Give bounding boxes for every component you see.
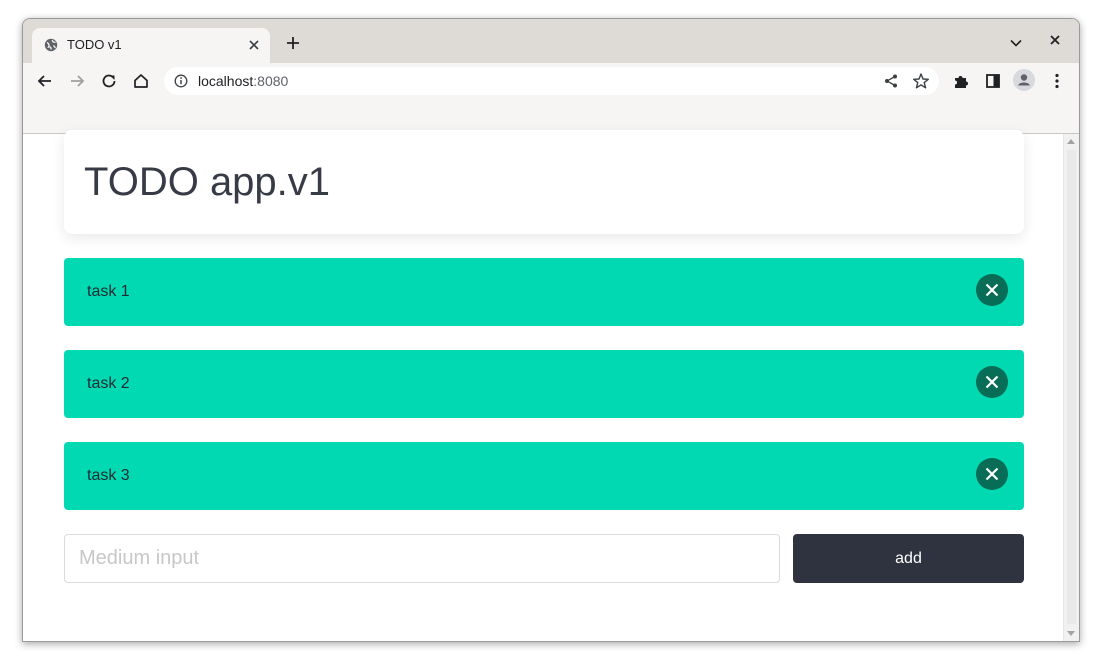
delete-task-button[interactable] xyxy=(976,274,1008,306)
scrollbar-thumb[interactable] xyxy=(1067,150,1076,624)
task-label: task 2 xyxy=(87,375,130,392)
close-icon xyxy=(985,467,999,481)
puzzle-icon[interactable] xyxy=(952,72,970,90)
scroll-down-arrow-icon[interactable] xyxy=(1067,631,1075,636)
close-icon[interactable] xyxy=(246,37,262,53)
task-label: task 1 xyxy=(87,283,130,300)
task-item: task 1 xyxy=(64,258,1024,326)
tab-todo[interactable]: TODO v1 xyxy=(32,28,270,63)
reload-icon[interactable] xyxy=(100,72,118,90)
delete-task-button[interactable] xyxy=(976,366,1008,398)
new-task-input[interactable] xyxy=(64,534,780,583)
star-icon[interactable] xyxy=(912,72,930,90)
browser-window: TODO v1 localhost:8080 TODO app.v1 task … xyxy=(22,18,1080,642)
plus-icon[interactable] xyxy=(285,35,301,51)
side-panel-icon[interactable] xyxy=(984,72,1002,90)
page-title: TODO app.v1 xyxy=(84,160,331,204)
task-item: task 3 xyxy=(64,442,1024,510)
scroll-up-arrow-icon[interactable] xyxy=(1067,139,1075,144)
task-label: task 3 xyxy=(87,467,130,484)
tab-title: TODO v1 xyxy=(67,37,122,52)
browser-toolbar: localhost:8080 xyxy=(23,63,1079,134)
info-icon[interactable] xyxy=(174,74,188,88)
url-host: localhost xyxy=(198,73,254,89)
scrollbar[interactable] xyxy=(1063,134,1079,641)
home-icon[interactable] xyxy=(132,72,150,90)
chevron-down-icon[interactable] xyxy=(1009,36,1023,50)
add-button[interactable]: add xyxy=(793,534,1024,583)
url-port: :8080 xyxy=(253,73,289,89)
close-icon xyxy=(985,375,999,389)
task-item: task 2 xyxy=(64,350,1024,418)
url-text[interactable]: localhost:8080 xyxy=(198,73,288,89)
globe-icon xyxy=(44,38,58,52)
close-icon xyxy=(985,283,999,297)
delete-task-button[interactable] xyxy=(976,458,1008,490)
arrow-left-icon[interactable] xyxy=(36,72,54,90)
tab-strip: TODO v1 xyxy=(23,19,1079,63)
avatar-icon[interactable] xyxy=(1013,69,1035,91)
header-card: TODO app.v1 xyxy=(64,130,1024,234)
page-viewport: TODO app.v1 task 1 task 2 task 3 Medium … xyxy=(23,130,1079,641)
share-icon[interactable] xyxy=(883,73,899,89)
window-close-icon[interactable] xyxy=(1048,33,1062,47)
kebab-menu-icon[interactable] xyxy=(1048,72,1066,90)
arrow-right-icon[interactable] xyxy=(68,72,86,90)
address-bar[interactable]: localhost:8080 xyxy=(164,67,939,95)
